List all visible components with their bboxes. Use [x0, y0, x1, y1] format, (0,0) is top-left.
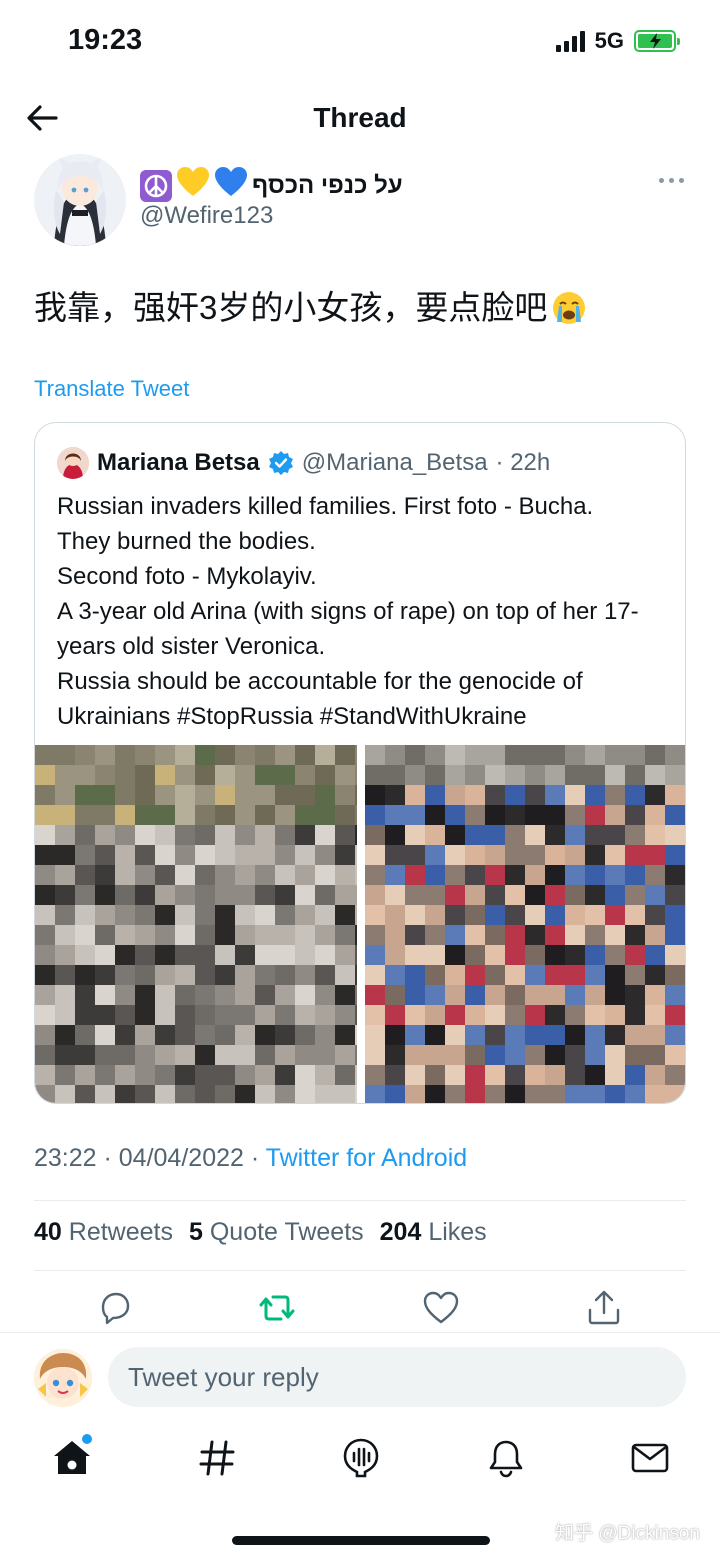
quoted-author-name: Mariana Betsa — [97, 449, 260, 476]
quoted-tweet-media — [35, 745, 685, 1103]
translate-tweet-link[interactable]: Translate Tweet — [34, 376, 189, 402]
censored-photo-1[interactable] — [35, 745, 357, 1103]
page-title: Thread — [313, 102, 407, 133]
tweet-body: 我靠，强奸3岁的小女孩，要点脸吧 — [34, 289, 548, 326]
home-indicator — [232, 1536, 490, 1545]
network-label: 5G — [594, 28, 624, 53]
tweet-header: על כנפי הכסף @Wefire123 — [34, 154, 686, 250]
reply-input[interactable]: Tweet your reply — [108, 1347, 686, 1407]
quoted-tweet[interactable]: Mariana Betsa @Mariana_Betsa · 22h Russi… — [34, 422, 686, 1104]
quoted-tweet-header: Mariana Betsa @Mariana_Betsa · 22h — [57, 447, 550, 479]
status-indicators: 5G — [555, 28, 680, 54]
author-display-name[interactable]: על כנפי הכסף — [140, 166, 403, 205]
tweet-timestamp: 23:22 · 04/04/2022 · — [34, 1144, 266, 1172]
tweet-text: 我靠，强奸3岁的小女孩，要点脸吧 — [34, 286, 587, 330]
explore-hashtag-icon[interactable] — [195, 1436, 239, 1480]
more-icon[interactable] — [659, 178, 684, 183]
home-notification-dot — [82, 1434, 92, 1444]
quoted-author-handle: @Mariana_Betsa — [301, 449, 488, 476]
censored-photo-2[interactable] — [365, 745, 685, 1103]
current-user-avatar[interactable] — [34, 1349, 92, 1407]
quoted-tweet-text: Russian invaders killed families. First … — [57, 493, 639, 730]
signal-icon — [555, 30, 585, 52]
tweet-source-link[interactable]: Twitter for Android — [266, 1144, 467, 1172]
status-bar: 19:23 5G — [0, 0, 720, 80]
battery-icon — [634, 30, 680, 52]
yellow-heart-icon — [176, 166, 210, 205]
loudly-crying-face-icon — [553, 292, 586, 324]
quoted-author-avatar — [57, 447, 89, 479]
divider — [34, 1200, 686, 1201]
retweet-icon[interactable] — [257, 1288, 297, 1328]
quote-tweets-stat[interactable]: 5 Quote Tweets — [189, 1218, 364, 1247]
divider — [34, 1270, 686, 1271]
notifications-icon[interactable] — [484, 1436, 528, 1480]
top-nav: Thread — [0, 86, 720, 150]
messages-icon[interactable] — [628, 1436, 672, 1480]
like-icon[interactable] — [421, 1288, 461, 1328]
tweet-meta: 23:22 · 04/04/2022 · Twitter for Android — [34, 1144, 467, 1173]
author-handle[interactable]: @Wefire123 — [140, 202, 273, 230]
reply-bar: Tweet your reply — [0, 1332, 720, 1420]
peace-emoji-icon — [140, 169, 172, 202]
share-icon[interactable] — [584, 1288, 624, 1328]
status-time: 19:23 — [68, 24, 143, 56]
watermark: 知乎 @Dickinson — [555, 1523, 700, 1544]
author-avatar[interactable] — [34, 154, 126, 246]
tweet-actions — [0, 1284, 720, 1334]
retweets-stat[interactable]: 40 Retweets — [34, 1218, 173, 1247]
blue-heart-icon — [214, 166, 248, 205]
reply-icon[interactable] — [95, 1288, 135, 1328]
verified-icon — [268, 451, 293, 475]
tweet-stats: 40 Retweets 5 Quote Tweets 204 Likes — [34, 1218, 487, 1247]
display-name-text: על כנפי הכסף — [252, 171, 403, 199]
quoted-tweet-time: · 22h — [495, 449, 551, 476]
likes-stat[interactable]: 204 Likes — [380, 1218, 487, 1247]
spaces-icon[interactable] — [339, 1436, 383, 1480]
bottom-tab-bar — [0, 1420, 720, 1500]
